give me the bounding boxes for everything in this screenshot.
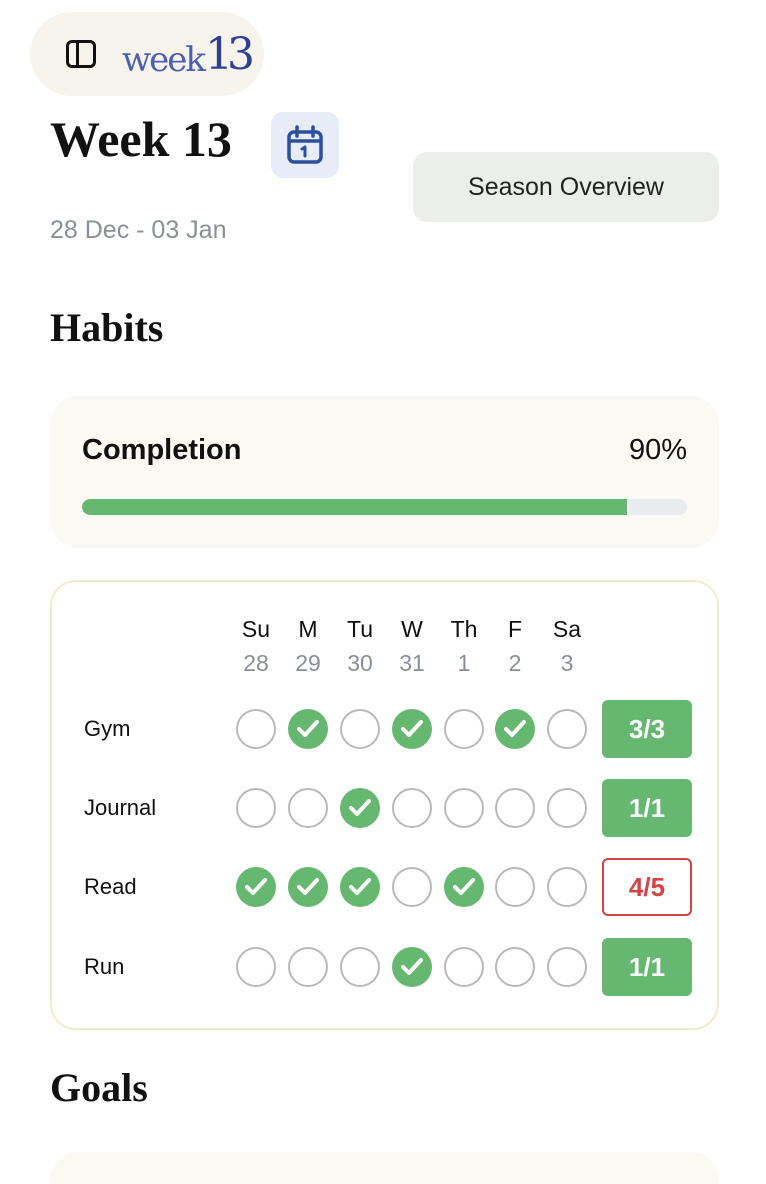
habit-check-empty[interactable] <box>495 867 535 907</box>
completion-label: Completion <box>82 434 242 466</box>
habit-score-badge[interactable]: 4/5 <box>602 858 692 916</box>
day-date: 29 <box>295 650 321 676</box>
habits-grid-card: Su 28 M 29 Tu 30 W 31 Th 1 F 2 Sa 3 Gym 3/3 Journal 1/1 Re… <box>50 580 719 1030</box>
top-bar: week 13 <box>30 12 264 96</box>
checkmark-icon <box>504 720 526 737</box>
season-overview-button[interactable]: Season Overview <box>413 152 719 222</box>
day-name: Th <box>450 616 478 642</box>
habit-check-empty[interactable] <box>236 709 276 749</box>
habit-row: Run 1/1 <box>52 938 717 998</box>
habit-check-done[interactable] <box>392 709 432 749</box>
day-name: Sa <box>552 616 582 642</box>
completion-progress-fill <box>82 499 627 515</box>
checkmark-icon <box>349 799 371 816</box>
checkmark-icon <box>401 958 423 975</box>
habit-check-empty[interactable] <box>444 947 484 987</box>
habit-check-empty[interactable] <box>444 709 484 749</box>
habit-score-badge[interactable]: 1/1 <box>602 779 692 837</box>
day-header: F2 <box>489 616 541 677</box>
goals-heading: Goals <box>50 1065 148 1110</box>
checkmark-icon <box>349 878 371 895</box>
day-header: Sa 3 <box>541 616 593 677</box>
habit-check-done[interactable] <box>340 867 380 907</box>
habit-check-empty[interactable] <box>392 788 432 828</box>
habit-check-empty[interactable] <box>236 947 276 987</box>
page-title: Week 13 <box>50 111 232 167</box>
habit-check-empty[interactable] <box>236 788 276 828</box>
habits-heading: Habits <box>50 305 164 350</box>
habit-row: Gym 3/3 <box>52 700 717 760</box>
habit-check-empty[interactable] <box>288 947 328 987</box>
day-date: 2 <box>508 650 522 676</box>
habit-check-empty[interactable] <box>547 947 587 987</box>
day-date: 30 <box>347 650 373 676</box>
completion-progress-bar <box>82 499 687 515</box>
checkmark-icon <box>453 878 475 895</box>
day-header: W 31 <box>386 616 438 677</box>
habit-score-badge[interactable]: 3/3 <box>602 700 692 758</box>
day-date: 1 <box>457 650 471 676</box>
habit-check-done[interactable] <box>340 788 380 828</box>
habit-check-empty[interactable] <box>444 788 484 828</box>
habit-check-empty[interactable] <box>547 867 587 907</box>
app-logo: week 13 <box>122 29 255 80</box>
completion-card: Completion 90% <box>50 396 719 548</box>
checkmark-icon <box>401 720 423 737</box>
goals-card <box>50 1152 719 1184</box>
calendar-icon <box>287 125 323 164</box>
calendar-button[interactable] <box>271 112 339 178</box>
habit-score-badge[interactable]: 1/1 <box>602 938 692 996</box>
day-date: 28 <box>243 650 269 676</box>
day-header: Tu 30 <box>334 616 386 677</box>
habit-check-empty[interactable] <box>340 709 380 749</box>
habit-row: Read 4/5 <box>52 858 717 918</box>
day-name: Tu <box>347 616 373 642</box>
day-header: M 29 <box>282 616 334 677</box>
habit-row: Journal 1/1 <box>52 779 717 839</box>
day-name: Su <box>241 616 271 642</box>
habit-check-empty[interactable] <box>392 867 432 907</box>
habit-name: Journal <box>84 795 157 820</box>
day-name: M <box>298 616 318 642</box>
habit-check-empty[interactable] <box>547 709 587 749</box>
checkmark-icon <box>297 720 319 737</box>
day-header: Su 28 <box>230 616 282 677</box>
habit-check-done[interactable] <box>236 867 276 907</box>
completion-value: 90% <box>628 434 687 466</box>
day-date: 3 <box>560 650 574 676</box>
habit-check-empty[interactable] <box>288 788 328 828</box>
habit-check-empty[interactable] <box>547 788 587 828</box>
habit-name: Run <box>84 954 125 979</box>
habit-check-empty[interactable] <box>495 788 535 828</box>
day-name: W <box>401 616 423 642</box>
checkmark-icon <box>245 878 267 895</box>
habit-check-empty[interactable] <box>340 947 380 987</box>
date-range: 28 Dec - 03 Jan <box>50 216 227 244</box>
habit-check-done[interactable] <box>444 867 484 907</box>
sidebar-toggle-icon[interactable] <box>66 40 96 68</box>
day-name: F <box>507 616 523 642</box>
habit-check-done[interactable] <box>288 867 328 907</box>
habit-name: Read <box>84 874 137 899</box>
habit-check-done[interactable] <box>288 709 328 749</box>
day-header: Th 1 <box>438 616 490 677</box>
habit-check-done[interactable] <box>495 709 535 749</box>
checkmark-icon <box>297 878 319 895</box>
day-date: 31 <box>399 650 425 676</box>
habit-check-empty[interactable] <box>495 947 535 987</box>
habit-check-done[interactable] <box>392 947 432 987</box>
habit-name: Gym <box>84 716 131 741</box>
